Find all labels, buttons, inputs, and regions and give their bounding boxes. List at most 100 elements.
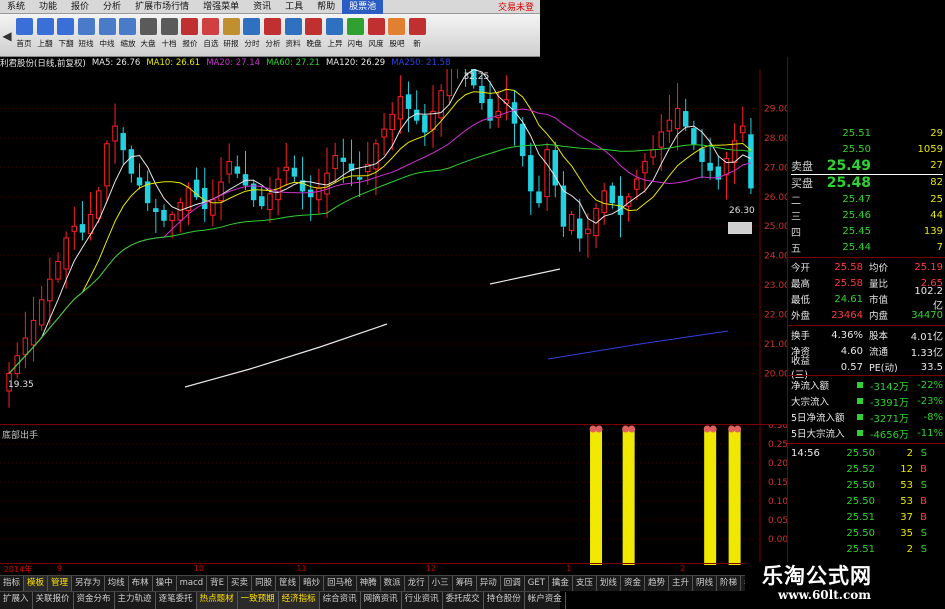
candle-body[interactable] — [536, 191, 542, 204]
indicator-tab-23[interactable]: 支压 — [573, 576, 597, 591]
indicator-tab-12[interactable]: 暗炒 — [300, 576, 325, 591]
signal-bar[interactable] — [622, 429, 635, 565]
indicator-tab-13[interactable]: 回马枪 — [324, 576, 357, 591]
toolbar-button-7[interactable]: 十档 — [159, 14, 180, 57]
indicator-tab-20[interactable]: 回调 — [501, 576, 525, 591]
info-tab-12[interactable]: 持仓股份 — [484, 592, 525, 609]
info-tab-1[interactable]: 关联报价 — [33, 592, 74, 609]
indicator-tab-2[interactable]: 管理 — [48, 576, 73, 591]
info-tab-5[interactable]: 热点题材 — [196, 592, 238, 609]
toolbar-button-14[interactable]: 晚盘 — [304, 14, 325, 57]
candle-body[interactable] — [405, 94, 412, 109]
info-tab-0[interactable]: 扩展入 — [0, 592, 33, 609]
candle-body[interactable] — [479, 85, 485, 104]
toolbar-button-1[interactable]: 上翻 — [35, 14, 56, 57]
info-tab-9[interactable]: 网摘资讯 — [361, 592, 402, 609]
toolbar-button-13[interactable]: 资料 — [283, 14, 304, 57]
candle-body[interactable] — [691, 128, 697, 145]
candle-body[interactable] — [446, 69, 453, 97]
candle-body[interactable] — [740, 125, 746, 134]
signal-bar[interactable] — [590, 429, 603, 565]
toolbar-button-3[interactable]: 短线 — [76, 14, 97, 57]
info-tab-10[interactable]: 行业资讯 — [402, 592, 443, 609]
candle-body[interactable] — [340, 157, 347, 162]
indicator-tab-15[interactable]: 数派 — [381, 576, 405, 591]
indicator-tab-17[interactable]: 小三 — [429, 576, 453, 591]
toolbar-button-8[interactable]: 报价 — [180, 14, 201, 57]
candle-body[interactable] — [397, 96, 404, 120]
candle-body[interactable] — [438, 90, 444, 119]
info-tab-7[interactable]: 经济指标 — [278, 592, 320, 609]
signal-bar[interactable] — [704, 429, 717, 565]
info-tab-6[interactable]: 一致预期 — [237, 592, 279, 609]
candle-body[interactable] — [601, 190, 607, 214]
indicator-tab-1[interactable]: 模板 — [24, 576, 49, 591]
menu-item-3[interactable]: 分析 — [96, 0, 128, 14]
candle-body[interactable] — [422, 115, 428, 133]
candle-body[interactable] — [120, 133, 126, 151]
indicator-tab-25[interactable]: 资金 — [621, 576, 645, 591]
menu-item-5[interactable]: 增强菜单 — [196, 0, 246, 14]
candle-body[interactable] — [169, 213, 175, 222]
candle-body[interactable] — [316, 187, 322, 201]
candle-body[interactable] — [63, 237, 69, 270]
toolbar-button-2[interactable]: 下翻 — [55, 14, 76, 57]
candle-body[interactable] — [47, 278, 53, 302]
candle-body[interactable] — [128, 149, 135, 174]
toolbar-button-0[interactable]: 首页 — [14, 14, 35, 57]
candle-body[interactable] — [71, 225, 78, 232]
indicator-tab-9[interactable]: 买卖 — [228, 576, 253, 591]
candle-body[interactable] — [413, 109, 420, 121]
indicator-tab-8[interactable]: 背E — [207, 576, 229, 591]
candle-body[interactable] — [519, 123, 526, 157]
candle-body[interactable] — [267, 193, 273, 210]
candle-body[interactable] — [38, 299, 45, 326]
toolbar-button-10[interactable]: 研报 — [221, 14, 242, 57]
indicator-tab-7[interactable]: macd — [177, 576, 208, 591]
menu-item-9[interactable]: 股票池 — [342, 0, 384, 14]
candle-body[interactable] — [291, 167, 298, 177]
toolbar-button-18[interactable]: 股吧 — [386, 14, 407, 57]
candle-body[interactable] — [96, 190, 102, 219]
candle-body[interactable] — [707, 162, 713, 171]
toolbar-button-4[interactable]: 中线 — [97, 14, 118, 57]
candle-body[interactable] — [609, 185, 616, 204]
candle-body[interactable] — [283, 166, 289, 172]
indicator-tab-0[interactable]: 指标 — [0, 576, 25, 591]
indicator-tab-18[interactable]: 筹码 — [453, 576, 477, 591]
candle-body[interactable] — [356, 177, 363, 180]
candle-body[interactable] — [22, 337, 29, 356]
indicator-tab-19[interactable]: 异动 — [477, 576, 501, 591]
menu-item-6[interactable]: 资讯 — [246, 0, 278, 14]
candle-body[interactable] — [104, 143, 110, 187]
candle-body[interactable] — [307, 189, 314, 198]
indicator-tab-11[interactable]: 筐线 — [276, 576, 301, 591]
candle-body[interactable] — [218, 181, 224, 202]
candle-body[interactable] — [381, 128, 387, 138]
info-tab-8[interactable]: 综合资讯 — [320, 592, 361, 609]
candle-body[interactable] — [495, 110, 501, 119]
indicator-tab-6[interactable]: 操中 — [153, 576, 177, 591]
candle-body[interactable] — [234, 166, 241, 174]
toolbar-button-9[interactable]: 自选 — [200, 14, 221, 57]
candle-body[interactable] — [30, 319, 37, 346]
toolbar-button-5[interactable]: 缩放 — [117, 14, 138, 57]
candle-body[interactable] — [699, 148, 705, 162]
candle-body[interactable] — [666, 119, 673, 132]
indicator-tab-4[interactable]: 均线 — [105, 576, 129, 591]
candle-body[interactable] — [634, 178, 640, 190]
toolbar-button-19[interactable]: 新 — [407, 14, 428, 57]
candle-body[interactable] — [324, 172, 330, 195]
candle-body[interactable] — [177, 202, 184, 221]
candle-body[interactable] — [259, 196, 265, 207]
indicator-tab-3[interactable]: 另存为 — [72, 576, 105, 591]
indicator-tab-14[interactable]: 神腾 — [357, 576, 381, 591]
info-tab-4[interactable]: 逐笔委托 — [156, 592, 197, 609]
info-tab-2[interactable]: 资金分布 — [74, 592, 115, 609]
candle-body[interactable] — [55, 261, 61, 280]
menu-item-1[interactable]: 功能 — [32, 0, 64, 14]
menu-item-0[interactable]: 系统 — [0, 0, 32, 14]
back-arrow-icon[interactable]: ◀ — [0, 14, 14, 57]
candle-body[interactable] — [650, 149, 656, 158]
indicator-tab-27[interactable]: 主升 — [669, 576, 693, 591]
